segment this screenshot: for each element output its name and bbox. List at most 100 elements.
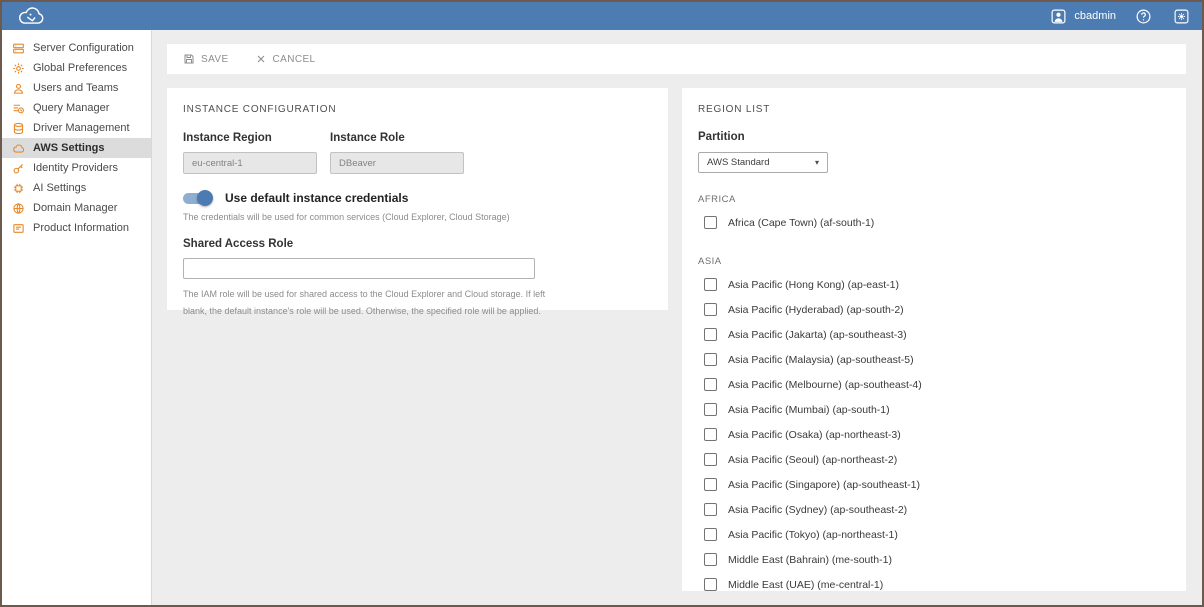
instance-configuration-panel: INSTANCE CONFIGURATION Instance Region I… <box>167 88 668 310</box>
region-checkbox-row[interactable]: Asia Pacific (Hyderabad) (ap-south-2) <box>698 297 1170 322</box>
sidebar-item-identity-providers[interactable]: Identity Providers <box>2 158 151 178</box>
region-group-header: AFRICA <box>698 194 1170 205</box>
region-checkbox[interactable] <box>704 216 717 229</box>
sidebar-item-driver-management[interactable]: Driver Management <box>2 118 151 138</box>
database-icon <box>12 122 25 135</box>
region-label: Asia Pacific (Sydney) (ap-southeast-2) <box>728 504 907 516</box>
region-list-panel: REGION LIST Partition AWS Standard ▾ AFR… <box>682 88 1186 591</box>
sidebar-item-ai-settings[interactable]: AI Settings <box>2 178 151 198</box>
main-content: SAVE CANCEL INSTANCE CONFIGURATION Insta… <box>152 30 1202 605</box>
sidebar-item-label: Identity Providers <box>33 162 118 174</box>
region-checkbox-row[interactable]: Middle East (Bahrain) (me-south-1) <box>698 547 1170 572</box>
settings-button[interactable] <box>1170 5 1192 27</box>
sidebar-item-label: Global Preferences <box>33 62 127 74</box>
region-checkbox-row[interactable]: Asia Pacific (Sydney) (ap-southeast-2) <box>698 497 1170 522</box>
region-checkbox[interactable] <box>704 478 717 491</box>
region-label: Asia Pacific (Hong Kong) (ap-east-1) <box>728 279 899 291</box>
region-checkbox[interactable] <box>704 453 717 466</box>
region-checkbox[interactable] <box>704 403 717 416</box>
shared-access-role-input[interactable] <box>183 258 535 279</box>
region-checkbox-row[interactable]: Asia Pacific (Hong Kong) (ap-east-1) <box>698 272 1170 297</box>
default-credentials-label: Use default instance credentials <box>225 191 408 205</box>
region-checkbox-row[interactable]: Asia Pacific (Singapore) (ap-southeast-1… <box>698 472 1170 497</box>
server-configuration-icon <box>12 42 25 55</box>
region-checkbox-row[interactable]: Asia Pacific (Osaka) (ap-northeast-3) <box>698 422 1170 447</box>
region-checkbox[interactable] <box>704 378 717 391</box>
gear-icon <box>12 62 25 75</box>
help-button[interactable] <box>1132 5 1154 27</box>
region-checkbox[interactable] <box>704 353 717 366</box>
partition-label: Partition <box>698 131 1170 143</box>
sidebar-item-label: Users and Teams <box>33 82 118 94</box>
save-button[interactable]: SAVE <box>183 53 229 65</box>
user-name: cbadmin <box>1074 10 1116 22</box>
cloud-logo-icon <box>16 5 46 27</box>
region-checkbox[interactable] <box>704 528 717 541</box>
region-checkbox[interactable] <box>704 428 717 441</box>
instance-configuration-title: INSTANCE CONFIGURATION <box>183 104 652 115</box>
cloudbeaver-logo[interactable] <box>16 5 46 27</box>
cancel-button[interactable]: CANCEL <box>255 53 316 65</box>
sidebar-item-label: Server Configuration <box>33 42 134 54</box>
region-checkbox[interactable] <box>704 328 717 341</box>
region-label: Asia Pacific (Mumbai) (ap-south-1) <box>728 404 890 416</box>
shared-access-role-label: Shared Access Role <box>183 238 652 250</box>
region-checkbox-row[interactable]: Africa (Cape Town) (af-south-1) <box>698 210 1170 235</box>
globe-icon <box>12 202 25 215</box>
default-credentials-toggle[interactable] <box>183 193 212 204</box>
sidebar-nav: Server Configuration Global Preferences Us… <box>2 30 152 605</box>
sidebar-item-product-information[interactable]: Product Information <box>2 218 151 238</box>
sidebar-item-global-preferences[interactable]: Global Preferences <box>2 58 151 78</box>
cloud-icon <box>12 142 25 155</box>
sidebar-item-query-manager[interactable]: Query Manager <box>2 98 151 118</box>
shared-access-role-helper: The IAM role will be used for shared acc… <box>183 286 555 319</box>
chevron-down-icon: ▾ <box>815 158 819 167</box>
user-icon <box>12 82 25 95</box>
region-label: Middle East (Bahrain) (me-south-1) <box>728 554 892 566</box>
partition-select[interactable]: AWS Standard ▾ <box>698 152 828 173</box>
instance-role-label: Instance Role <box>330 132 464 144</box>
region-checkbox[interactable] <box>704 503 717 516</box>
sidebar-item-users-and-teams[interactable]: Users and Teams <box>2 78 151 98</box>
default-credentials-helper: The credentials will be used for common … <box>183 212 652 222</box>
sidebar-item-label: Domain Manager <box>33 202 117 214</box>
sidebar-item-aws-settings[interactable]: AWS Settings <box>2 138 151 158</box>
region-label: Asia Pacific (Osaka) (ap-northeast-3) <box>728 429 901 441</box>
region-checkbox[interactable] <box>704 578 717 591</box>
region-label: Asia Pacific (Singapore) (ap-southeast-1… <box>728 479 920 491</box>
sidebar-item-label: Query Manager <box>33 102 109 114</box>
save-floppy-icon <box>183 53 195 65</box>
cancel-button-label: CANCEL <box>273 54 316 65</box>
user-avatar-icon <box>1050 8 1067 25</box>
region-checkbox-row[interactable]: Asia Pacific (Tokyo) (ap-northeast-1) <box>698 522 1170 547</box>
region-checkbox-row[interactable]: Asia Pacific (Melbourne) (ap-southeast-4… <box>698 372 1170 397</box>
region-list-title: REGION LIST <box>698 104 1170 115</box>
instance-region-input[interactable] <box>183 152 317 174</box>
sidebar-item-domain-manager[interactable]: Domain Manager <box>2 198 151 218</box>
region-label: Asia Pacific (Seoul) (ap-northeast-2) <box>728 454 897 466</box>
form-toolbar: SAVE CANCEL <box>167 44 1186 74</box>
region-label: Asia Pacific (Hyderabad) (ap-south-2) <box>728 304 904 316</box>
instance-region-label: Instance Region <box>183 132 317 144</box>
region-label: Asia Pacific (Tokyo) (ap-northeast-1) <box>728 529 898 541</box>
region-label: Middle East (UAE) (me-central-1) <box>728 579 883 591</box>
partition-select-value: AWS Standard <box>707 157 769 168</box>
region-checkbox-row[interactable]: Asia Pacific (Jakarta) (ap-southeast-3) <box>698 322 1170 347</box>
region-checkbox-row[interactable]: Asia Pacific (Mumbai) (ap-south-1) <box>698 397 1170 422</box>
region-checkbox[interactable] <box>704 303 717 316</box>
region-label: Africa (Cape Town) (af-south-1) <box>728 217 874 229</box>
region-label: Asia Pacific (Malaysia) (ap-southeast-5) <box>728 354 914 366</box>
region-checkbox[interactable] <box>704 553 717 566</box>
region-checkbox-row[interactable]: Asia Pacific (Seoul) (ap-northeast-2) <box>698 447 1170 472</box>
region-checkbox[interactable] <box>704 278 717 291</box>
save-button-label: SAVE <box>201 54 229 65</box>
sidebar-item-label: Product Information <box>33 222 129 234</box>
user-menu[interactable]: cbadmin <box>1050 8 1116 25</box>
instance-role-input[interactable] <box>330 152 464 174</box>
help-question-icon <box>1135 8 1152 25</box>
region-checkbox-row[interactable]: Asia Pacific (Malaysia) (ap-southeast-5) <box>698 347 1170 372</box>
sidebar-item-server-configuration[interactable]: Server Configuration <box>2 38 151 58</box>
region-groups: AFRICAAfrica (Cape Town) (af-south-1)ASI… <box>698 194 1170 591</box>
region-checkbox-row[interactable]: Middle East (UAE) (me-central-1) <box>698 572 1170 591</box>
region-label: Asia Pacific (Jakarta) (ap-southeast-3) <box>728 329 907 341</box>
